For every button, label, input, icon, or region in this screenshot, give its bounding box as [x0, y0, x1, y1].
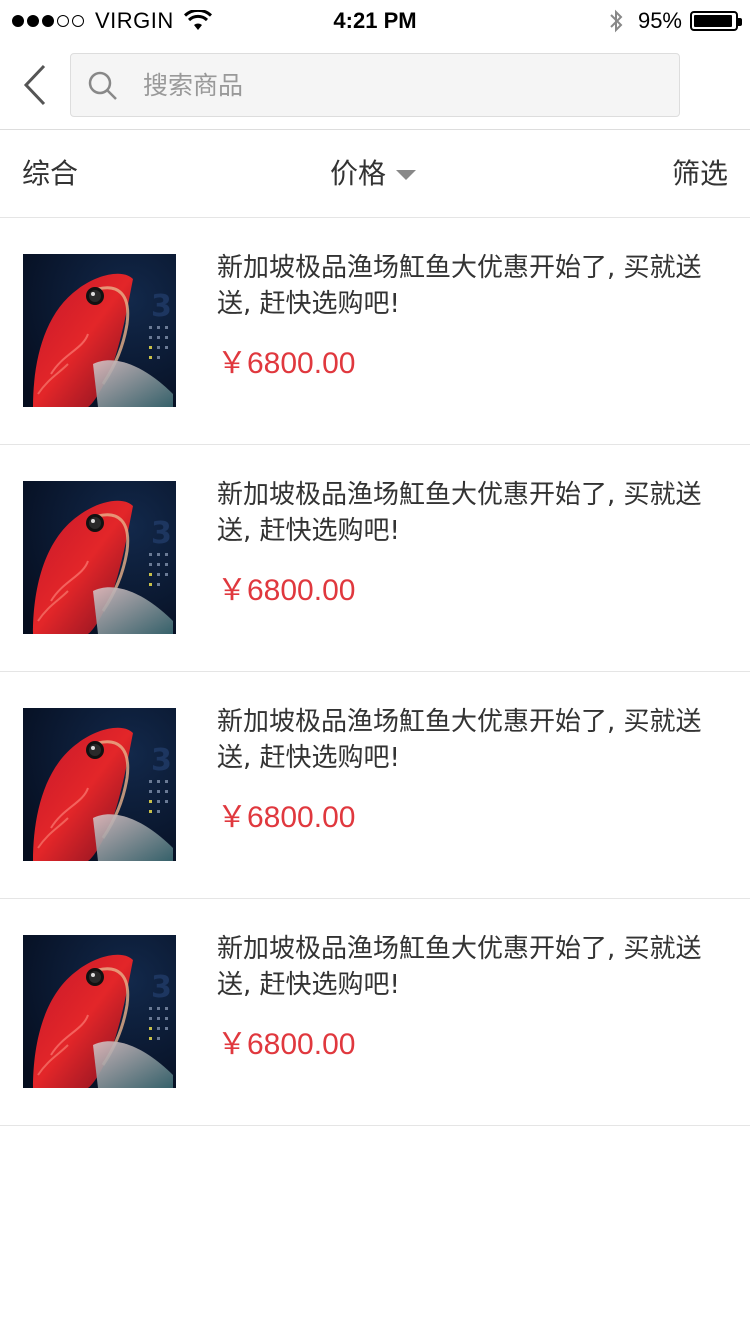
product-image: 3	[23, 254, 176, 407]
product-list: 3 新加坡极品渔场魟鱼大优惠开始了, 买就送送, 赶快选购吧! ￥6800.00	[0, 218, 750, 1126]
sort-comprehensive-label: 综合	[22, 157, 79, 190]
sort-bar: 综合 价格 筛选	[0, 130, 750, 218]
svg-text:3: 3	[151, 289, 172, 324]
sort-price-tab[interactable]: 价格	[330, 130, 417, 218]
battery-percent: 95%	[637, 8, 682, 33]
search-icon	[88, 71, 117, 100]
product-price: ￥6800.00	[217, 347, 356, 380]
product-image: 3	[23, 935, 176, 1088]
svg-text:3: 3	[151, 970, 172, 1005]
product-price: ￥6800.00	[217, 801, 356, 834]
product-image: 3	[23, 481, 176, 634]
product-title: 新加坡极品渔场魟鱼大优惠开始了, 买就送送, 赶快选购吧!	[217, 253, 702, 319]
product-item[interactable]: 3 新加坡极品渔场魟鱼大优惠开始了, 买就送送, 赶快选购吧! ￥6800.00	[0, 445, 750, 672]
header	[0, 40, 750, 130]
product-title: 新加坡极品渔场魟鱼大优惠开始了, 买就送送, 赶快选购吧!	[217, 934, 702, 1000]
filter-button[interactable]: 筛选	[672, 130, 728, 218]
back-button[interactable]	[14, 60, 58, 110]
product-item[interactable]: 3 新加坡极品渔场魟鱼大优惠开始了, 买就送送, 赶快选购吧! ￥6800.00	[0, 899, 750, 1126]
status-bar: VIRGIN 4:21 PM 95%	[0, 0, 750, 40]
caret-down-icon	[396, 170, 417, 180]
product-image: 3	[23, 708, 176, 861]
svg-text:3: 3	[151, 743, 172, 778]
search-box[interactable]	[70, 53, 680, 117]
product-title: 新加坡极品渔场魟鱼大优惠开始了, 买就送送, 赶快选购吧!	[217, 707, 702, 773]
product-title: 新加坡极品渔场魟鱼大优惠开始了, 买就送送, 赶快选购吧!	[217, 480, 702, 546]
product-price: ￥6800.00	[217, 1028, 356, 1061]
search-input[interactable]	[143, 54, 663, 116]
product-item[interactable]: 3 新加坡极品渔场魟鱼大优惠开始了, 买就送送, 赶快选购吧! ￥6800.00	[0, 218, 750, 445]
sort-comprehensive-tab[interactable]: 综合	[22, 130, 78, 218]
filter-label: 筛选	[671, 157, 728, 190]
bluetooth-icon	[610, 9, 623, 33]
product-item[interactable]: 3 新加坡极品渔场魟鱼大优惠开始了, 买就送送, 赶快选购吧! ￥6800.00	[0, 672, 750, 899]
sort-price-label: 价格	[330, 157, 387, 190]
battery-icon	[690, 11, 742, 31]
svg-text:3: 3	[151, 516, 172, 551]
product-price: ￥6800.00	[217, 574, 356, 607]
